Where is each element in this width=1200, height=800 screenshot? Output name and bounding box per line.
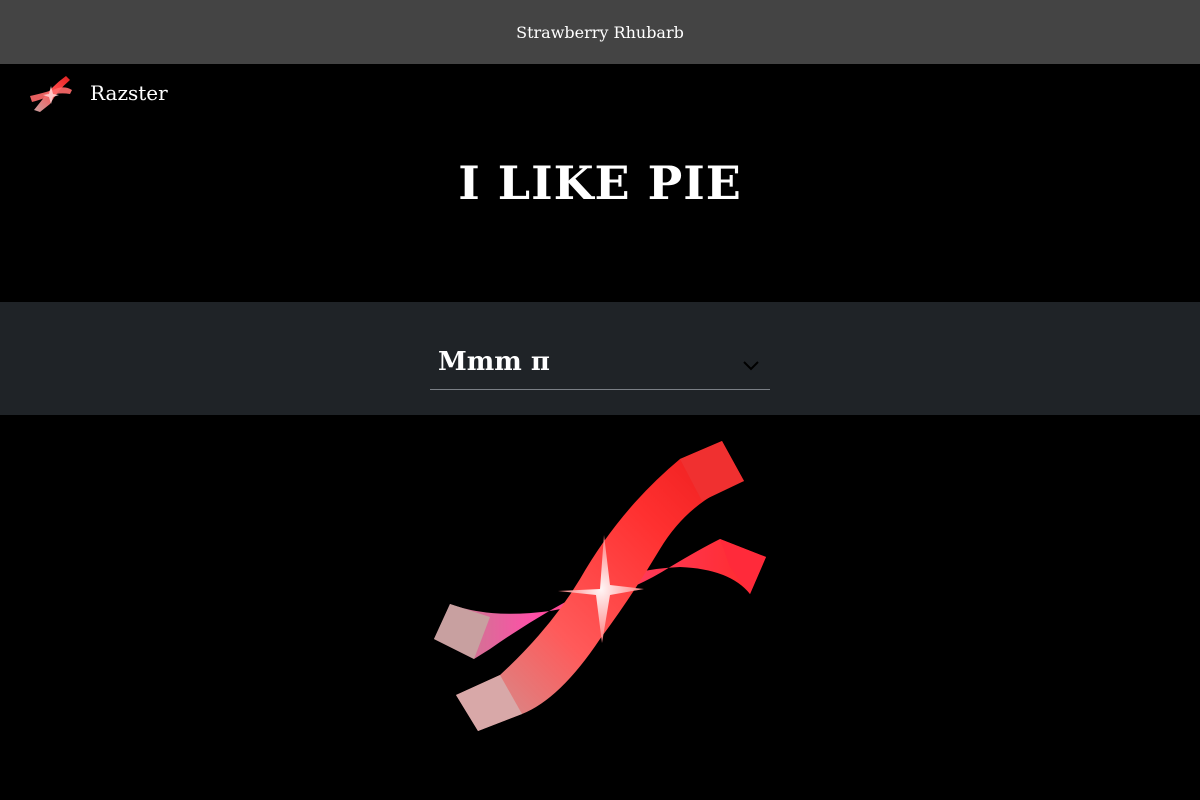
brand-name: Razster	[90, 81, 168, 105]
ribbon-x-hero-icon	[434, 441, 766, 731]
site-header: Razster I LIKE PIE	[0, 64, 1200, 302]
page-title: I LIKE PIE	[458, 156, 742, 210]
hero-section	[0, 415, 1200, 800]
selector-section: Mmm π	[0, 302, 1200, 415]
select-value: Mmm π	[438, 346, 550, 377]
top-banner: Strawberry Rhubarb	[0, 0, 1200, 64]
pie-select-dropdown[interactable]: Mmm π	[430, 334, 770, 390]
ribbon-x-logo-icon	[30, 76, 72, 112]
chevron-down-icon	[743, 360, 759, 370]
banner-text: Strawberry Rhubarb	[516, 22, 684, 42]
brand-link[interactable]: Razster	[28, 72, 168, 114]
